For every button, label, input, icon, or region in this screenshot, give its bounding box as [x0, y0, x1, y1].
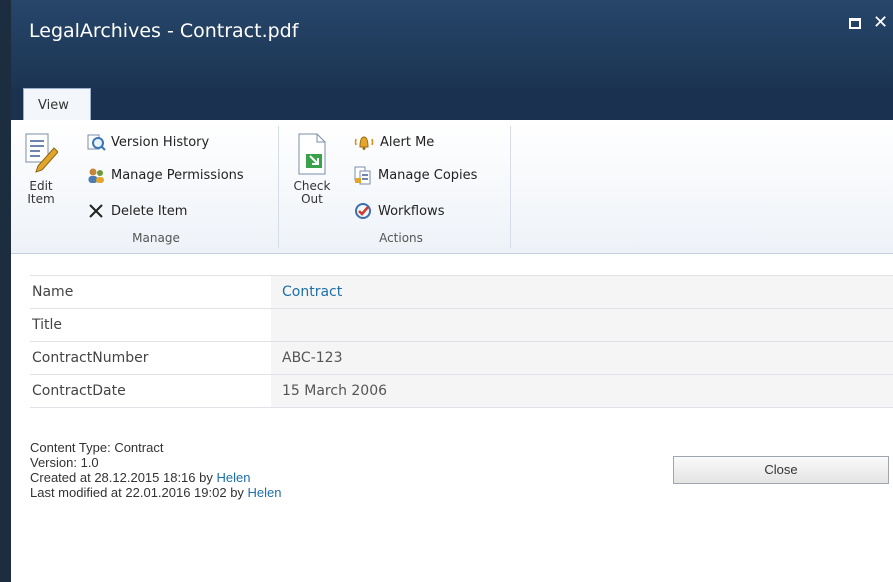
modified-line: Last modified at 22.01.2016 19:02 by Hel… — [30, 485, 282, 500]
property-value-link[interactable]: Contract — [271, 276, 893, 308]
version-text: Version: 1.0 — [30, 455, 99, 470]
properties-table: Name Contract Title ContractNumber ABC-1… — [30, 275, 893, 408]
version-history-icon — [87, 134, 106, 151]
workflows-label: Workflows — [378, 203, 445, 219]
modified-text: Last modified at 22.01.2016 19:02 by — [30, 485, 248, 500]
window-title: LegalArchives - Contract.pdf — [29, 20, 299, 42]
delete-item-label: Delete Item — [111, 203, 188, 219]
property-value: 15 March 2006 — [271, 375, 893, 407]
version-history-label: Version History — [111, 134, 210, 150]
property-row-name: Name Contract — [30, 275, 893, 308]
delete-icon — [89, 204, 103, 218]
manage-group-label: Manage — [132, 231, 180, 245]
property-value: ABC-123 — [271, 342, 893, 374]
delete-item-button[interactable]: Delete Item — [86, 200, 187, 222]
manage-permissions-button[interactable]: Manage Permissions — [86, 164, 244, 186]
item-metadata: Content Type: Contract Version: 1.0 Crea… — [30, 440, 282, 500]
actions-group-label: Actions — [379, 231, 423, 245]
created-by-link[interactable]: Helen — [216, 470, 250, 485]
alert-icon — [354, 136, 374, 150]
workflows-button[interactable]: Workflows — [353, 200, 444, 222]
manage-copies-button[interactable]: Manage Copies — [353, 164, 477, 186]
property-value — [271, 309, 893, 341]
manage-permissions-label: Manage Permissions — [111, 167, 244, 183]
created-text: Created at 28.12.2015 18:16 by — [30, 470, 217, 485]
manage-copies-icon — [354, 166, 371, 185]
edit-item-icon — [25, 133, 58, 173]
group-divider — [278, 126, 279, 248]
alert-me-label: Alert Me — [380, 134, 435, 150]
maximize-icon[interactable] — [849, 18, 861, 29]
property-label: ContractNumber — [32, 350, 149, 366]
property-label: Name — [32, 284, 74, 300]
alert-me-button[interactable]: Alert Me — [353, 131, 434, 153]
property-label: ContractDate — [32, 383, 126, 399]
title-bar: LegalArchives - Contract.pdf ✕ — [11, 0, 893, 88]
window-left-border — [0, 0, 11, 582]
workflows-icon — [355, 203, 371, 219]
manage-copies-label: Manage Copies — [378, 167, 478, 183]
created-line: Created at 28.12.2015 18:16 by Helen — [30, 470, 282, 485]
property-row-title: Title — [30, 308, 893, 341]
check-out-icon — [298, 133, 326, 175]
ribbon: Edit Item Version History Manage Permiss… — [11, 120, 893, 254]
edit-item-label-2: Item — [27, 192, 55, 206]
tab-view[interactable]: View — [23, 88, 91, 121]
content-type-text: Content Type: Contract — [30, 440, 164, 455]
ribbon-tab-bar: View — [11, 88, 893, 121]
check-out-button[interactable]: Check Out — [289, 132, 335, 206]
check-out-label-2: Out — [301, 192, 323, 206]
close-icon[interactable]: ✕ — [873, 12, 888, 33]
property-row-contract-date: ContractDate 15 March 2006 — [30, 374, 893, 408]
edit-item-button[interactable]: Edit Item — [19, 132, 63, 206]
property-row-contract-number: ContractNumber ABC-123 — [30, 341, 893, 374]
group-divider — [510, 126, 511, 248]
manage-permissions-icon — [88, 168, 104, 183]
modified-by-link[interactable]: Helen — [248, 485, 282, 500]
property-label: Title — [32, 317, 63, 333]
version-history-button[interactable]: Version History — [86, 131, 209, 153]
close-button[interactable]: Close — [673, 456, 889, 484]
